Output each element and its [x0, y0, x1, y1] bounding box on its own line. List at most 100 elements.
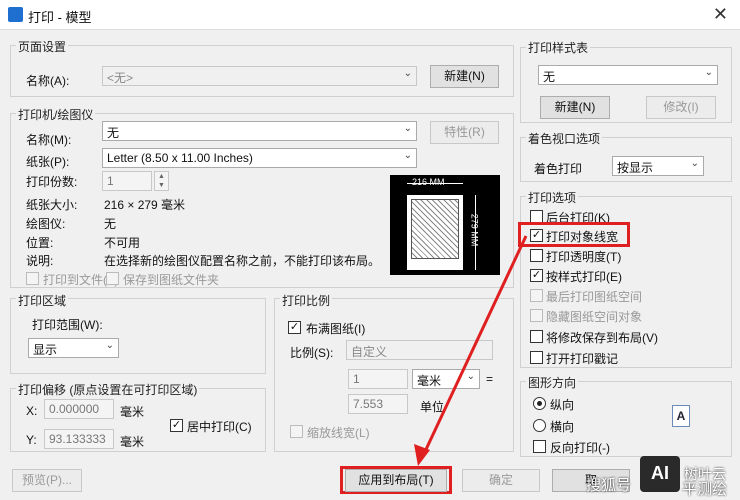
plot-with-styles-label: 按样式打印(E): [546, 270, 622, 284]
printer-name-select[interactable]: 无 ⌄: [102, 121, 417, 141]
ok-button[interactable]: 确定: [462, 469, 540, 492]
scale-value1-input[interactable]: 1: [348, 369, 408, 389]
landscape-label: 横向: [550, 420, 575, 434]
plot-area-label: 打印区域: [16, 292, 69, 309]
offset-y-label: Y:: [26, 433, 37, 447]
location-value: 不可用: [104, 236, 141, 250]
paper-select[interactable]: Letter (8.50 x 11.00 Inches) ⌄: [102, 148, 417, 168]
orientation-label: 图形方向: [526, 374, 579, 391]
paper-width-text: 216 MM: [412, 177, 445, 187]
red-arrow-shaft: [420, 235, 528, 459]
page-setup-new-button[interactable]: 新建(N): [430, 65, 499, 88]
shaded-viewport-label: 着色视口选项: [526, 130, 603, 147]
hide-paperspace-label: 隐藏图纸空间对象: [546, 310, 643, 324]
landscape-radio[interactable]: [533, 419, 546, 432]
style-table-select[interactable]: 无 ⌄: [538, 65, 718, 85]
save-changes-checkbox[interactable]: [530, 330, 543, 343]
preview-button[interactable]: 预览(P)...: [12, 469, 82, 492]
apply-to-layout-button[interactable]: 应用到布局(T): [345, 469, 447, 492]
page-setup-name-select[interactable]: <无> ⌄: [102, 66, 417, 86]
print-to-file-checkbox[interactable]: [26, 272, 39, 285]
chevron-down-icon: ⌄: [704, 67, 713, 78]
printer-name-label: 名称(M):: [26, 133, 72, 147]
printer-properties-button[interactable]: 特性(R): [430, 121, 499, 144]
watermark-logo: AI: [640, 456, 680, 492]
offset-y-unit: 毫米: [120, 435, 145, 449]
chevron-down-icon: ⌄: [403, 150, 412, 161]
plot-scale-label: 打印比例: [280, 292, 333, 309]
page-setup-name-label: 名称(A):: [26, 74, 70, 88]
transparency-label: 打印透明度(T): [546, 250, 622, 264]
copies-label: 打印份数:: [26, 175, 78, 189]
save-to-folder-checkbox[interactable]: [106, 272, 119, 285]
scale-label: 比例(S):: [290, 346, 334, 360]
page-setup-label: 页面设置: [16, 38, 69, 55]
title-bar: [0, 0, 740, 30]
offset-x-label: X:: [26, 404, 38, 418]
shade-plot-select[interactable]: 按显示 ⌄: [612, 156, 704, 176]
orientation-page-icon: A: [672, 405, 690, 427]
copies-input[interactable]: 1: [102, 171, 152, 191]
description-value: 在选择新的绘图仪配置名称之前，不能打印该布局。: [104, 254, 381, 268]
printer-name-value: 无: [107, 126, 120, 140]
fit-to-paper-label: 布满图纸(I): [306, 322, 366, 336]
window-title: 打印 - 模型: [28, 10, 92, 25]
printer-label: 打印机/绘图仪: [16, 106, 96, 123]
chevron-down-icon: ⌄: [105, 340, 114, 351]
chevron-down-icon: ⌄: [690, 158, 699, 169]
fit-to-paper-checkbox[interactable]: ✓: [288, 321, 301, 334]
style-table-value: 无: [543, 70, 556, 84]
plot-area-group: [10, 298, 266, 374]
plotter-value: 无: [104, 217, 117, 231]
paper-label: 纸张(P):: [26, 155, 70, 169]
transparency-checkbox[interactable]: [530, 249, 543, 262]
object-lineweights-checkbox[interactable]: ✓: [530, 229, 543, 242]
offset-x-input[interactable]: 0.000000: [44, 399, 114, 419]
chevron-down-icon: ⌄: [403, 68, 412, 79]
paperspace-last-label: 最后打印图纸空间: [546, 290, 643, 304]
shade-plot-value: 按显示: [617, 161, 654, 175]
size-value: 216 × 279 毫米: [104, 198, 186, 212]
plot-with-styles-checkbox[interactable]: ✓: [530, 269, 543, 282]
watermark-right-text: 平测绘: [682, 481, 728, 498]
location-label: 位置:: [26, 236, 54, 250]
plot-range-select[interactable]: 显示 ⌄: [28, 338, 119, 358]
paperspace-last-checkbox[interactable]: [530, 289, 543, 302]
page-setup-name-value: <无>: [107, 71, 134, 85]
scale-lineweights-checkbox[interactable]: [290, 425, 303, 438]
plot-stamp-checkbox[interactable]: [530, 351, 543, 364]
watermark-left-text: 搜狐号: [586, 477, 632, 494]
chevron-down-icon: ⌄: [403, 123, 412, 134]
copies-spinner[interactable]: ▲ ▼: [154, 171, 169, 191]
style-table-label: 打印样式表: [526, 39, 591, 56]
plot-offset-label: 打印偏移 (原点设置在可打印区域): [16, 381, 200, 398]
scale-lineweights-label: 缩放线宽(L): [307, 426, 370, 440]
shade-plot-label: 着色打印: [534, 162, 583, 176]
scale-value: 自定义: [351, 345, 388, 359]
style-table-new-button[interactable]: 新建(N): [540, 96, 610, 119]
upside-down-label: 反向打印(-): [550, 441, 610, 455]
paper-value: Letter (8.50 x 11.00 Inches): [107, 151, 253, 165]
plot-range-value: 显示: [33, 343, 58, 357]
description-label: 说明:: [26, 254, 54, 268]
save-to-folder-label: 保存到图纸文件夹: [123, 273, 220, 287]
save-changes-label: 将修改保存到布局(V): [546, 331, 658, 345]
plotter-label: 绘图仪:: [26, 217, 66, 231]
offset-x-unit: 毫米: [120, 405, 145, 419]
plot-options-label: 打印选项: [526, 189, 579, 206]
style-table-modify-button[interactable]: 修改(I): [646, 96, 716, 119]
close-icon[interactable]: ✕: [713, 4, 728, 25]
scale-value2-input[interactable]: 7.553: [348, 394, 408, 414]
size-label: 纸张大小:: [26, 198, 78, 212]
plot-stamp-label: 打开打印戳记: [546, 352, 619, 366]
hide-paperspace-checkbox[interactable]: [530, 309, 543, 322]
upside-down-checkbox[interactable]: [533, 440, 546, 453]
portrait-radio[interactable]: [533, 397, 546, 410]
center-plot-checkbox[interactable]: ✓: [170, 419, 183, 432]
offset-y-input[interactable]: 93.133333: [44, 429, 114, 449]
object-lineweights-label: 打印对象线宽: [546, 230, 619, 244]
plot-range-label: 打印范围(W):: [32, 318, 103, 332]
red-arrow-annotation: [414, 235, 528, 466]
app-icon: [8, 7, 23, 22]
center-plot-label: 居中打印(C): [187, 420, 252, 434]
